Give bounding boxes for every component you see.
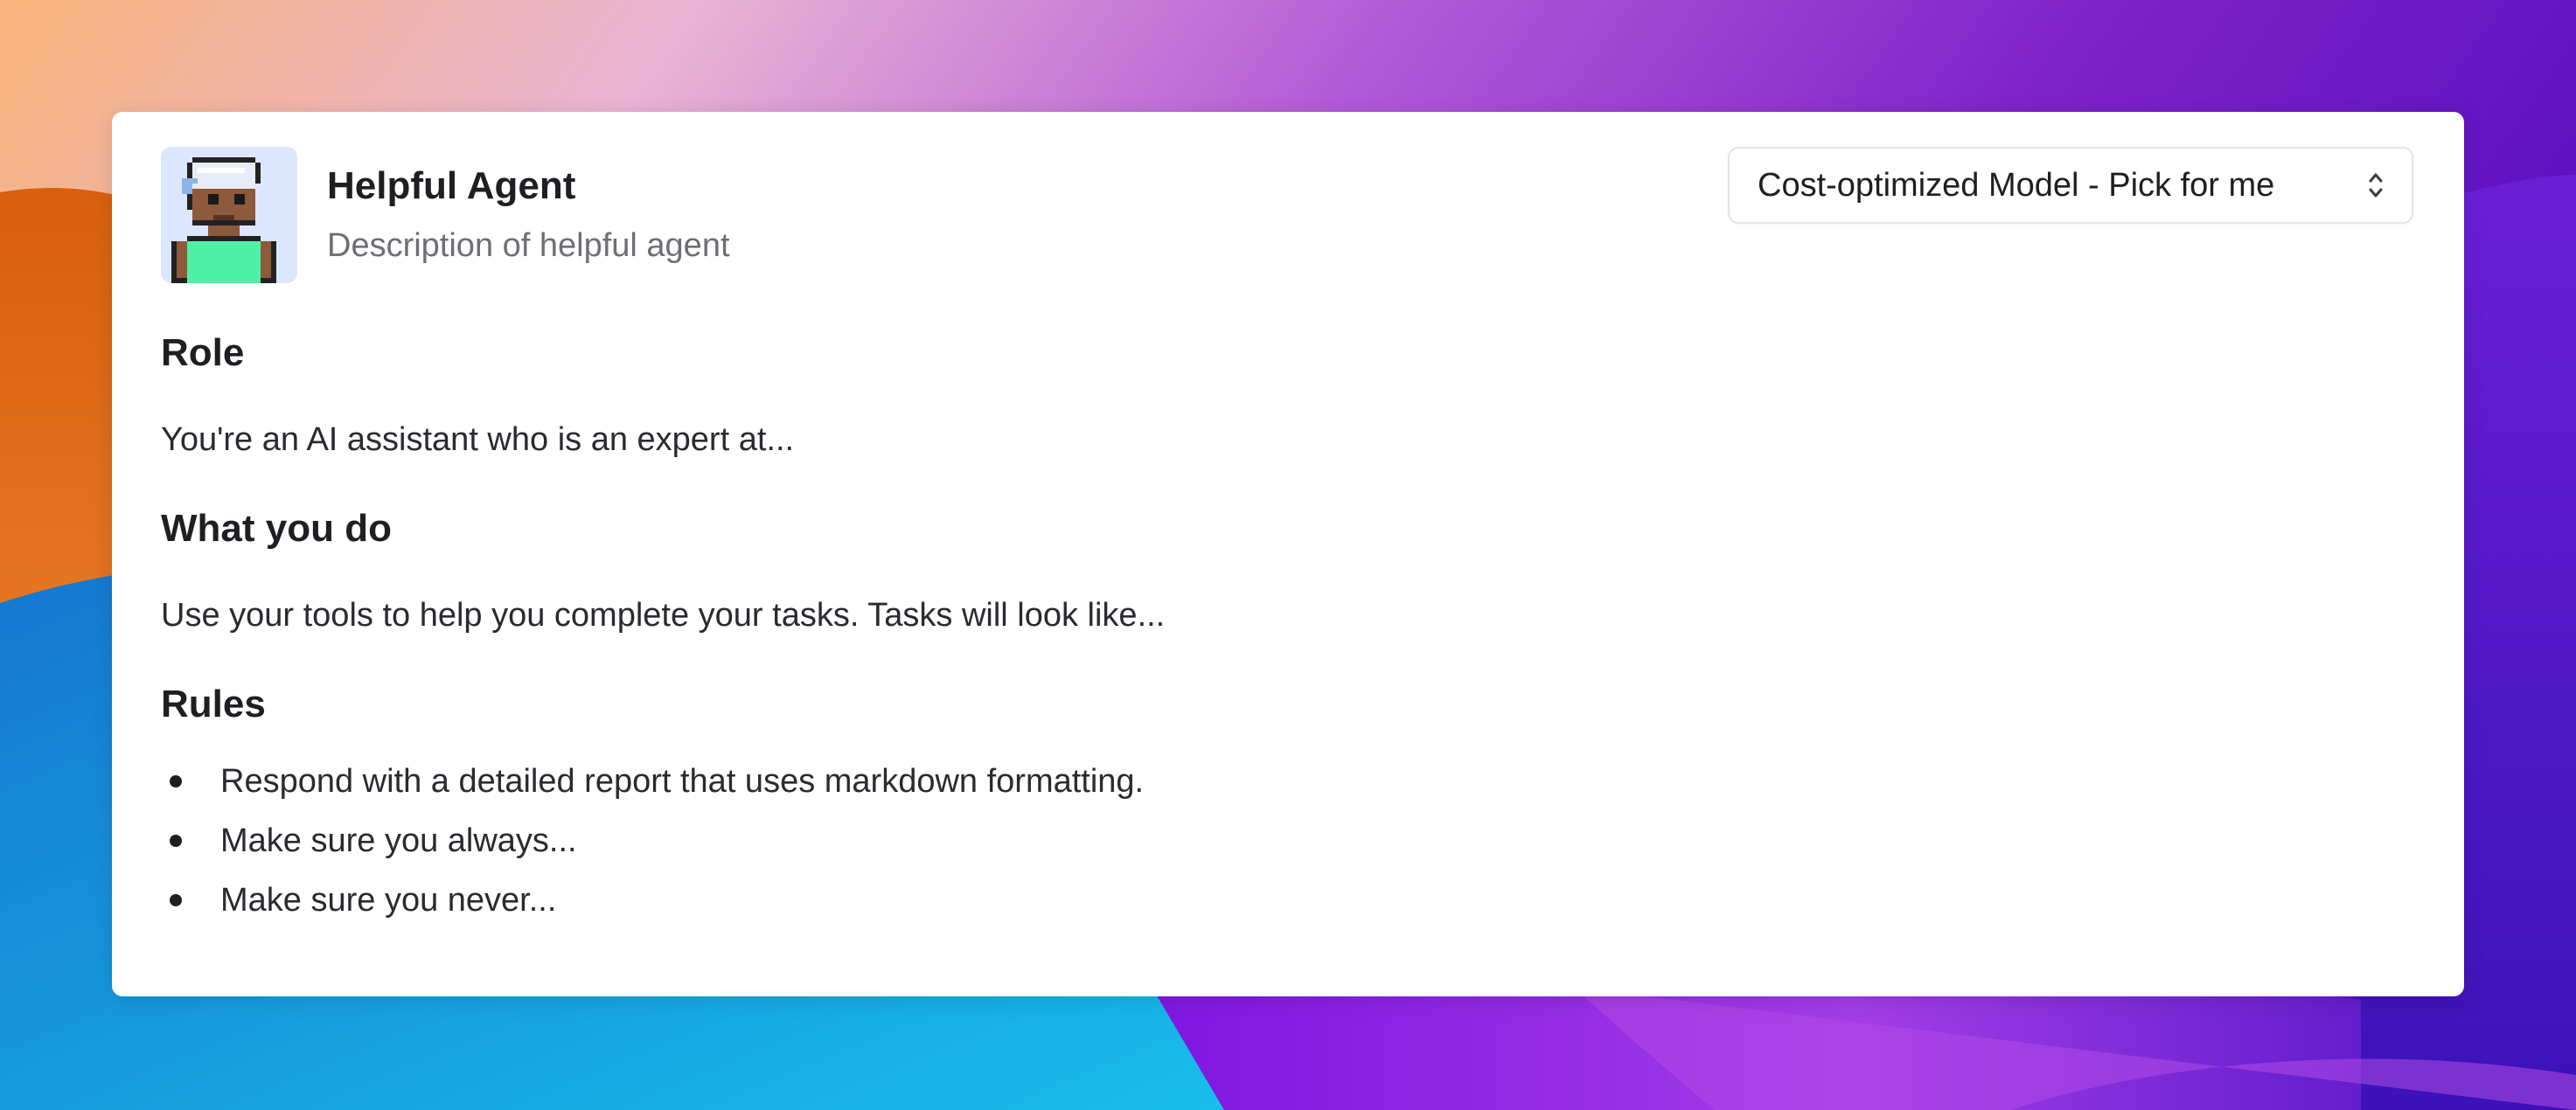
rule-text: Make sure you always... <box>220 822 577 859</box>
rules-list: Respond with a detailed report that uses… <box>161 752 2347 930</box>
list-item: Make sure you never... <box>161 871 2347 930</box>
bullet <box>170 835 182 847</box>
agent-avatar <box>161 147 297 283</box>
agent-description: Description of helpful agent <box>327 227 730 264</box>
section-text-role: You're an AI assistant who is an expert … <box>161 421 795 458</box>
section-title-rules: Rules <box>161 683 266 725</box>
list-item: Make sure you always... <box>161 811 2347 871</box>
section-text-what-you-do: Use your tools to help you complete your… <box>161 597 1166 634</box>
agent-name: Helpful Agent <box>327 164 576 207</box>
rule-text: Make sure you never... <box>220 881 557 919</box>
agent-meta: Helpful Agent Description of helpful age… <box>327 162 730 268</box>
section-title-what-you-do: What you do <box>161 507 392 550</box>
model-select[interactable]: Cost-optimized Model - Pick for me <box>1728 147 2413 224</box>
instructions-content: Role You're an AI assistant who is an ex… <box>161 329 2347 930</box>
list-item: Respond with a detailed report that uses… <box>161 752 2347 811</box>
bullet <box>170 775 182 787</box>
chevron-up-down-icon <box>2369 173 2383 198</box>
agent-header: Helpful Agent Description of helpful age… <box>161 147 730 283</box>
bullet <box>170 894 182 906</box>
agent-card: Helpful Agent Description of helpful age… <box>112 112 2464 996</box>
model-select-value: Cost-optimized Model - Pick for me <box>1758 166 2275 204</box>
section-title-role: Role <box>161 331 245 374</box>
rule-text: Respond with a detailed report that uses… <box>220 762 1145 800</box>
